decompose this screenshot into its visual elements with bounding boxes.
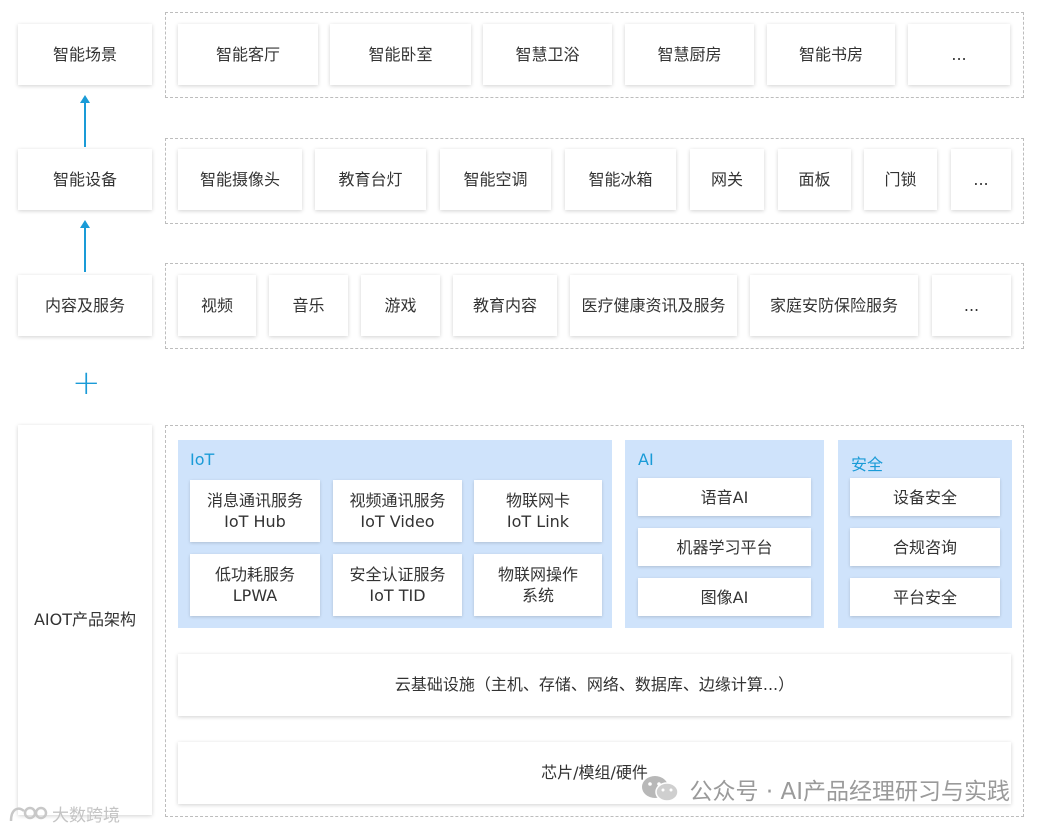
device-item: 智能摄像头: [178, 149, 302, 210]
iot-item-line2: 系统: [521, 586, 554, 605]
cloud-infrastructure: 云基础设施（主机、存储、网络、数据库、边缘计算...）: [178, 654, 1011, 716]
label-smart-device-text: 智能设备: [52, 169, 117, 189]
service-item-label: 视频: [200, 295, 233, 315]
service-item: 游戏: [361, 275, 440, 336]
security-item: 合规咨询: [850, 528, 1000, 566]
scene-item-label: ...: [951, 44, 967, 64]
scene-item: 智能客厅: [178, 24, 318, 85]
scene-item: 智能书房: [767, 24, 895, 85]
iot-item: 消息通讯服务 IoT Hub: [190, 480, 320, 542]
iot-item-line1: 视频通讯服务: [349, 491, 446, 510]
iot-item-line2: LPWA: [232, 586, 278, 605]
brand-logo-icon: [9, 806, 48, 821]
device-item-label: 面板: [798, 169, 831, 189]
ai-panel-title: AI: [638, 450, 654, 469]
scene-item: ...: [908, 24, 1010, 85]
chip-hardware-label: 芯片/模组/硬件: [541, 763, 648, 782]
device-item-label: ...: [973, 169, 989, 189]
iot-item: 安全认证服务 IoT TID: [333, 554, 462, 616]
label-smart-scene-text: 智能场景: [52, 44, 117, 64]
iot-panel-title: IoT: [190, 450, 215, 469]
iot-item-line2: IoT Video: [360, 512, 435, 531]
cloud-infrastructure-label: 云基础设施（主机、存储、网络、数据库、边缘计算...）: [394, 675, 795, 694]
device-item-label: 智能空调: [463, 169, 528, 189]
service-item: ...: [932, 275, 1011, 336]
ai-item: 语音AI: [638, 478, 811, 516]
service-item: 医疗健康资讯及服务: [570, 275, 737, 336]
ai-item-label: 机器学习平台: [676, 537, 773, 557]
iot-item-line1: 安全认证服务: [349, 565, 446, 584]
security-item-label: 设备安全: [892, 487, 957, 507]
iot-item-line1: 物联网卡: [505, 491, 570, 510]
iot-item-line2: IoT Hub: [224, 512, 286, 531]
label-smart-device: 智能设备: [18, 149, 152, 210]
watermark-left: 大数跨境: [8, 801, 120, 826]
service-item-label: 家庭安防保险服务: [769, 295, 898, 315]
ai-item: 图像AI: [638, 578, 811, 616]
device-item-label: 智能摄像头: [199, 169, 280, 189]
iot-item: 视频通讯服务 IoT Video: [333, 480, 462, 542]
iot-item: 物联网卡 IoT Link: [474, 480, 602, 542]
label-aiot-arch: AIOT产品架构: [18, 425, 152, 815]
iot-item-line1: 物联网操作: [497, 565, 578, 584]
scene-item-label: 智慧厨房: [657, 44, 722, 64]
security-item-label: 平台安全: [892, 587, 957, 607]
service-item: 教育内容: [453, 275, 557, 336]
service-item-label: 游戏: [384, 295, 417, 315]
security-panel-title: 安全: [851, 455, 884, 474]
service-item-label: ...: [963, 295, 980, 315]
iot-item-line1: 消息通讯服务: [206, 491, 303, 510]
watermark-right: 公众号 · AI产品经理研习与实践: [640, 772, 1010, 806]
device-item-label: 门锁: [884, 169, 917, 189]
ai-item: 机器学习平台: [638, 528, 811, 566]
watermark-right-text: 公众号 · AI产品经理研习与实践: [689, 779, 1010, 805]
label-aiot-arch-text: AIOT产品架构: [33, 610, 137, 629]
iot-item: 物联网操作 系统: [474, 554, 602, 616]
iot-item-line1: 低功耗服务: [214, 565, 295, 584]
scene-item: 智慧厨房: [625, 24, 754, 85]
service-item: 音乐: [269, 275, 348, 336]
device-item: ...: [951, 149, 1011, 210]
device-item: 教育台灯: [315, 149, 426, 210]
label-content-service-text: 内容及服务: [44, 295, 125, 315]
scene-item: 智慧卫浴: [483, 24, 612, 85]
device-item: 网关: [690, 149, 764, 210]
scene-item: 智能卧室: [330, 24, 471, 85]
device-item-label: 网关: [710, 169, 743, 189]
ai-item-label: 图像AI: [700, 587, 749, 607]
iot-item-line2: IoT TID: [369, 586, 426, 605]
service-item-label: 医疗健康资讯及服务: [581, 295, 726, 315]
security-item-label: 合规咨询: [892, 537, 957, 557]
iot-item-line2: IoT Link: [506, 512, 570, 531]
label-content-service: 内容及服务: [18, 275, 152, 336]
watermark-left-text: 大数跨境: [52, 806, 120, 826]
scene-item-label: 智能书房: [798, 44, 863, 64]
scene-item-label: 智能客厅: [215, 44, 280, 64]
ai-item-label: 语音AI: [700, 487, 749, 507]
device-item: 面板: [778, 149, 851, 210]
plus-icon: +: [72, 363, 101, 403]
device-item: 门锁: [864, 149, 937, 210]
label-smart-scene: 智能场景: [18, 24, 152, 85]
device-item-label: 智能冰箱: [588, 169, 653, 189]
service-item-label: 教育内容: [472, 295, 537, 315]
wechat-icon: [641, 776, 679, 802]
scene-item-label: 智能卧室: [368, 44, 433, 64]
service-item-label: 音乐: [292, 295, 325, 315]
device-item-label: 教育台灯: [338, 169, 403, 189]
device-item: 智能空调: [440, 149, 551, 210]
iot-item: 低功耗服务 LPWA: [190, 554, 320, 616]
service-item: 家庭安防保险服务: [750, 275, 918, 336]
device-item: 智能冰箱: [565, 149, 676, 210]
security-item: 平台安全: [850, 578, 1000, 616]
security-item: 设备安全: [850, 478, 1000, 516]
service-item: 视频: [178, 275, 256, 336]
scene-item-label: 智慧卫浴: [515, 44, 580, 64]
